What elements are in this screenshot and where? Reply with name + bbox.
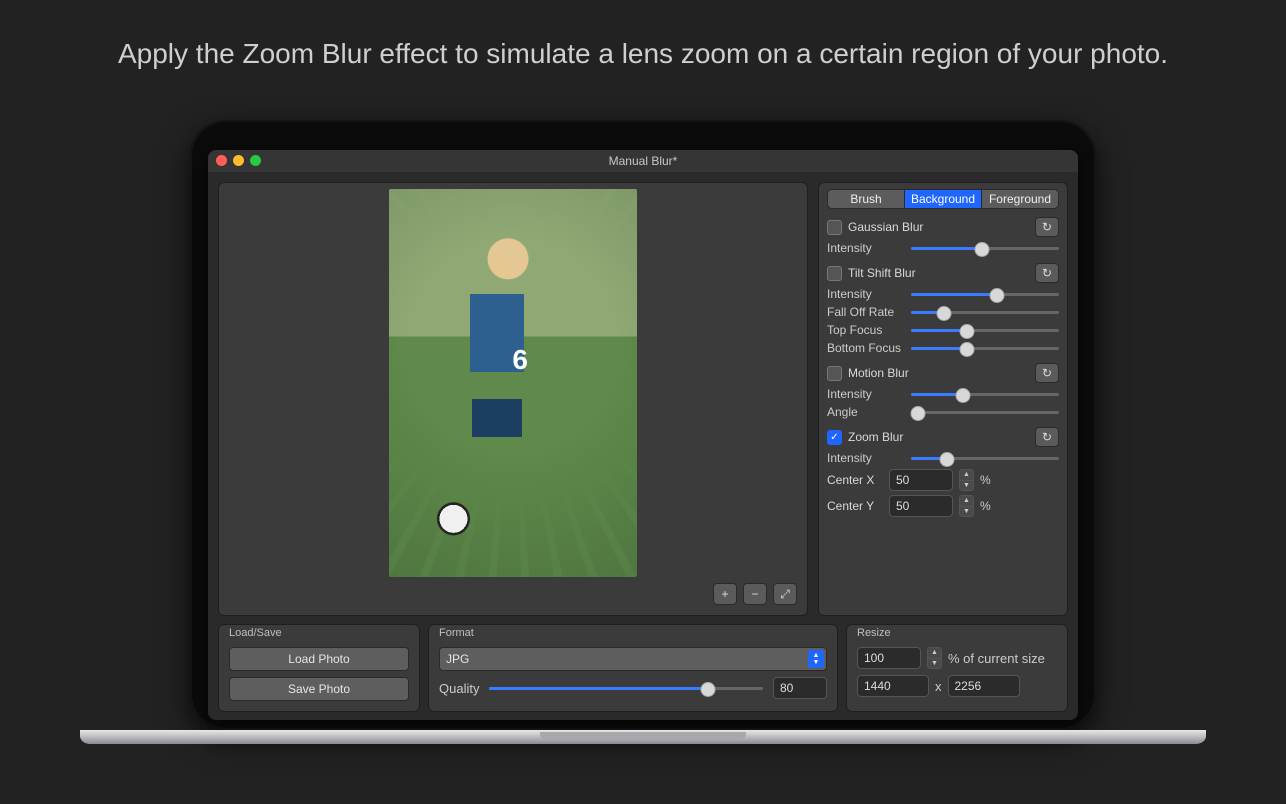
motion-blur-checkbox[interactable] (827, 366, 842, 381)
resize-percent-suffix: % of current size (948, 651, 1045, 666)
motion-reset-button[interactable]: ↻ (1035, 363, 1059, 383)
dimension-separator: x (935, 679, 942, 694)
tilt-top-focus-slider[interactable] (911, 323, 1059, 337)
gaussian-blur-group: Gaussian Blur ↻ Intensity (827, 217, 1059, 255)
tilt-shift-label: Tilt Shift Blur (848, 266, 1029, 280)
minus-icon: − (751, 587, 758, 601)
loadsave-title: Load/Save (219, 625, 419, 639)
zoom-fit-button[interactable]: ⤢ (773, 583, 797, 605)
zoom-blur-checkbox[interactable]: ✓ (827, 430, 842, 445)
tilt-intensity-slider[interactable] (911, 287, 1059, 301)
motion-angle-slider[interactable] (911, 405, 1059, 419)
zoom-center-x-stepper[interactable]: ▲ ▼ (959, 469, 974, 491)
zoom-in-button[interactable]: + (713, 583, 737, 605)
tab-brush[interactable]: Brush (828, 190, 904, 208)
motion-blur-group: Motion Blur ↻ Intensity Angle (827, 363, 1059, 419)
bottom-row: Load/Save Load Photo Save Photo Format J… (218, 624, 1068, 712)
zoom-center-y-input[interactable] (889, 495, 953, 517)
zoom-reset-button[interactable]: ↻ (1035, 427, 1059, 447)
top-row: + − ⤢ Brush Background (218, 182, 1068, 616)
resize-percent-input[interactable] (857, 647, 921, 669)
resize-title: Resize (847, 625, 1067, 639)
zoom-center-x-input[interactable] (889, 469, 953, 491)
window-titlebar: Manual Blur* (208, 150, 1078, 172)
format-select[interactable]: JPG ▲▼ (439, 647, 827, 671)
preview-image (389, 189, 637, 577)
motion-angle-label: Angle (827, 405, 905, 419)
step-up-icon: ▲ (960, 470, 973, 481)
loadsave-panel: Load/Save Load Photo Save Photo (218, 624, 420, 712)
step-up-icon: ▲ (960, 496, 973, 507)
save-photo-button[interactable]: Save Photo (229, 677, 409, 701)
tilt-shift-group: Tilt Shift Blur ↻ Intensity Fall Off Rat… (827, 263, 1059, 355)
tilt-falloff-label: Fall Off Rate (827, 305, 905, 319)
step-down-icon: ▼ (960, 481, 973, 491)
tilt-reset-button[interactable]: ↻ (1035, 263, 1059, 283)
motion-intensity-label: Intensity (827, 387, 905, 401)
quality-input[interactable] (773, 677, 827, 699)
reset-icon: ↻ (1042, 430, 1052, 444)
gaussian-blur-checkbox[interactable] (827, 220, 842, 235)
load-photo-button[interactable]: Load Photo (229, 647, 409, 671)
plus-icon: + (721, 587, 728, 601)
tilt-falloff-slider[interactable] (911, 305, 1059, 319)
format-selected-value: JPG (446, 652, 469, 666)
gaussian-intensity-label: Intensity (827, 241, 905, 255)
zoom-controls: + − ⤢ (713, 583, 797, 605)
minimize-icon[interactable] (233, 155, 244, 166)
laptop-frame: Manual Blur* + − ⤢ (190, 120, 1096, 730)
motion-intensity-slider[interactable] (911, 387, 1059, 401)
reset-icon: ↻ (1042, 220, 1052, 234)
app-window: Manual Blur* + − ⤢ (208, 150, 1078, 720)
quality-label: Quality (439, 681, 479, 696)
zoom-center-x-label: Center X (827, 473, 883, 487)
step-down-icon: ▼ (928, 659, 941, 669)
laptop-notch (540, 732, 746, 740)
check-icon: ✓ (830, 432, 838, 443)
tilt-top-focus-label: Top Focus (827, 323, 905, 337)
preview-panel: + − ⤢ (218, 182, 808, 616)
zoom-center-y-label: Center Y (827, 499, 883, 513)
chevron-updown-icon: ▲▼ (808, 650, 824, 668)
quality-slider[interactable] (489, 681, 763, 695)
zoom-intensity-label: Intensity (827, 451, 905, 465)
step-up-icon: ▲ (928, 648, 941, 659)
tilt-bottom-focus-label: Bottom Focus (827, 341, 905, 355)
zoom-out-button[interactable]: − (743, 583, 767, 605)
window-title: Manual Blur* (609, 154, 678, 168)
tab-foreground[interactable]: Foreground (981, 190, 1058, 208)
gaussian-reset-button[interactable]: ↻ (1035, 217, 1059, 237)
close-icon[interactable] (216, 155, 227, 166)
format-panel: Format JPG ▲▼ Quality (428, 624, 838, 712)
page-headline: Apply the Zoom Blur effect to simulate a… (0, 38, 1286, 70)
traffic-lights (216, 155, 261, 166)
zoom-blur-group: ✓ Zoom Blur ↻ Intensity Center (827, 427, 1059, 517)
reset-icon: ↻ (1042, 266, 1052, 280)
mode-tabs: Brush Background Foreground (827, 189, 1059, 209)
resize-width-input[interactable] (857, 675, 929, 697)
zoom-center-y-unit: % (980, 499, 991, 513)
resize-height-input[interactable] (948, 675, 1020, 697)
zoom-center-y-stepper[interactable]: ▲ ▼ (959, 495, 974, 517)
zoom-center-x-unit: % (980, 473, 991, 487)
step-down-icon: ▼ (960, 507, 973, 517)
gaussian-blur-label: Gaussian Blur (848, 220, 1029, 234)
fullscreen-icon[interactable] (250, 155, 261, 166)
tilt-bottom-focus-slider[interactable] (911, 341, 1059, 355)
gaussian-intensity-slider[interactable] (911, 241, 1059, 255)
format-title: Format (429, 625, 837, 639)
motion-blur-label: Motion Blur (848, 366, 1029, 380)
resize-percent-stepper[interactable]: ▲ ▼ (927, 647, 942, 669)
tab-background[interactable]: Background (904, 190, 981, 208)
reset-icon: ↻ (1042, 366, 1052, 380)
tilt-intensity-label: Intensity (827, 287, 905, 301)
controls-panel: Brush Background Foreground Gaussian Blu… (818, 182, 1068, 616)
zoom-blur-label: Zoom Blur (848, 430, 1029, 444)
zoom-intensity-slider[interactable] (911, 451, 1059, 465)
tilt-shift-checkbox[interactable] (827, 266, 842, 281)
window-content: + − ⤢ Brush Background (208, 172, 1078, 720)
expand-icon: ⤢ (780, 587, 790, 602)
resize-panel: Resize ▲ ▼ % of current size x (846, 624, 1068, 712)
